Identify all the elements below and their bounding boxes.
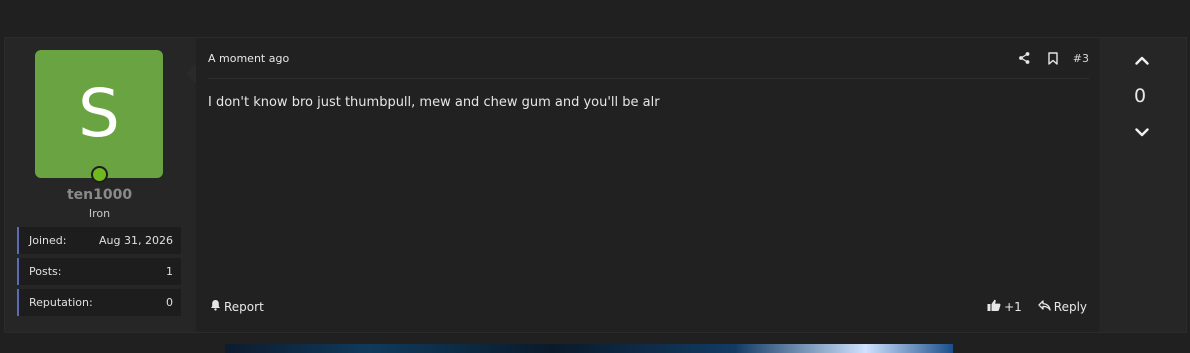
stat-label: Joined: (29, 234, 67, 247)
ad-banner-image[interactable] (225, 344, 953, 353)
speech-arrow (186, 64, 196, 84)
post-timestamp[interactable]: A moment ago (208, 52, 289, 65)
bookmark-icon[interactable] (1045, 50, 1061, 66)
like-count: +1 (1004, 299, 1022, 314)
stat-value: 1 (166, 265, 173, 278)
stat-posts: Posts: 1 (17, 258, 181, 285)
post-main: A moment ago #3 I don't know bro just th… (196, 38, 1099, 332)
report-label: Report (224, 299, 264, 314)
username[interactable]: ten1000 (5, 187, 194, 203)
stat-value: Aug 31, 2026 (99, 234, 173, 247)
post-header-actions: #3 (1005, 50, 1089, 66)
thumbs-up-icon (987, 299, 1004, 314)
vote-panel: 0 (1100, 38, 1186, 332)
reply-button[interactable]: Reply (1038, 300, 1087, 314)
user-info-panel: S ten1000 Iron Joined: Aug 31, 2026 Post… (5, 38, 194, 332)
stat-reputation: Reputation: 0 (17, 289, 181, 316)
chevron-down-icon[interactable] (1133, 125, 1151, 139)
bell-icon (210, 299, 224, 314)
reply-label: Reply (1053, 299, 1087, 314)
chevron-up-icon[interactable] (1133, 53, 1151, 67)
report-button[interactable]: Report (210, 299, 264, 314)
online-status-indicator (91, 166, 108, 183)
stat-value: 0 (166, 296, 173, 309)
post-number-link[interactable]: #3 (1073, 52, 1089, 65)
user-rank-title: Iron (88, 207, 111, 220)
header-divider (208, 78, 1089, 79)
forum-post: S ten1000 Iron Joined: Aug 31, 2026 Post… (4, 37, 1187, 333)
post-footer-actions: +1 Reply (987, 299, 1087, 314)
vote-count: 0 (1133, 85, 1147, 107)
avatar-letter: S (78, 75, 120, 152)
avatar[interactable]: S (35, 50, 163, 178)
stat-joined: Joined: Aug 31, 2026 (17, 227, 181, 254)
stat-label: Posts: (29, 265, 62, 278)
share-icon[interactable] (1017, 50, 1033, 66)
post-message: I don't know bro just thumbpull, mew and… (208, 95, 660, 110)
stat-label: Reputation: (29, 296, 93, 309)
reply-icon (1038, 299, 1054, 314)
like-button[interactable]: +1 (987, 299, 1022, 314)
